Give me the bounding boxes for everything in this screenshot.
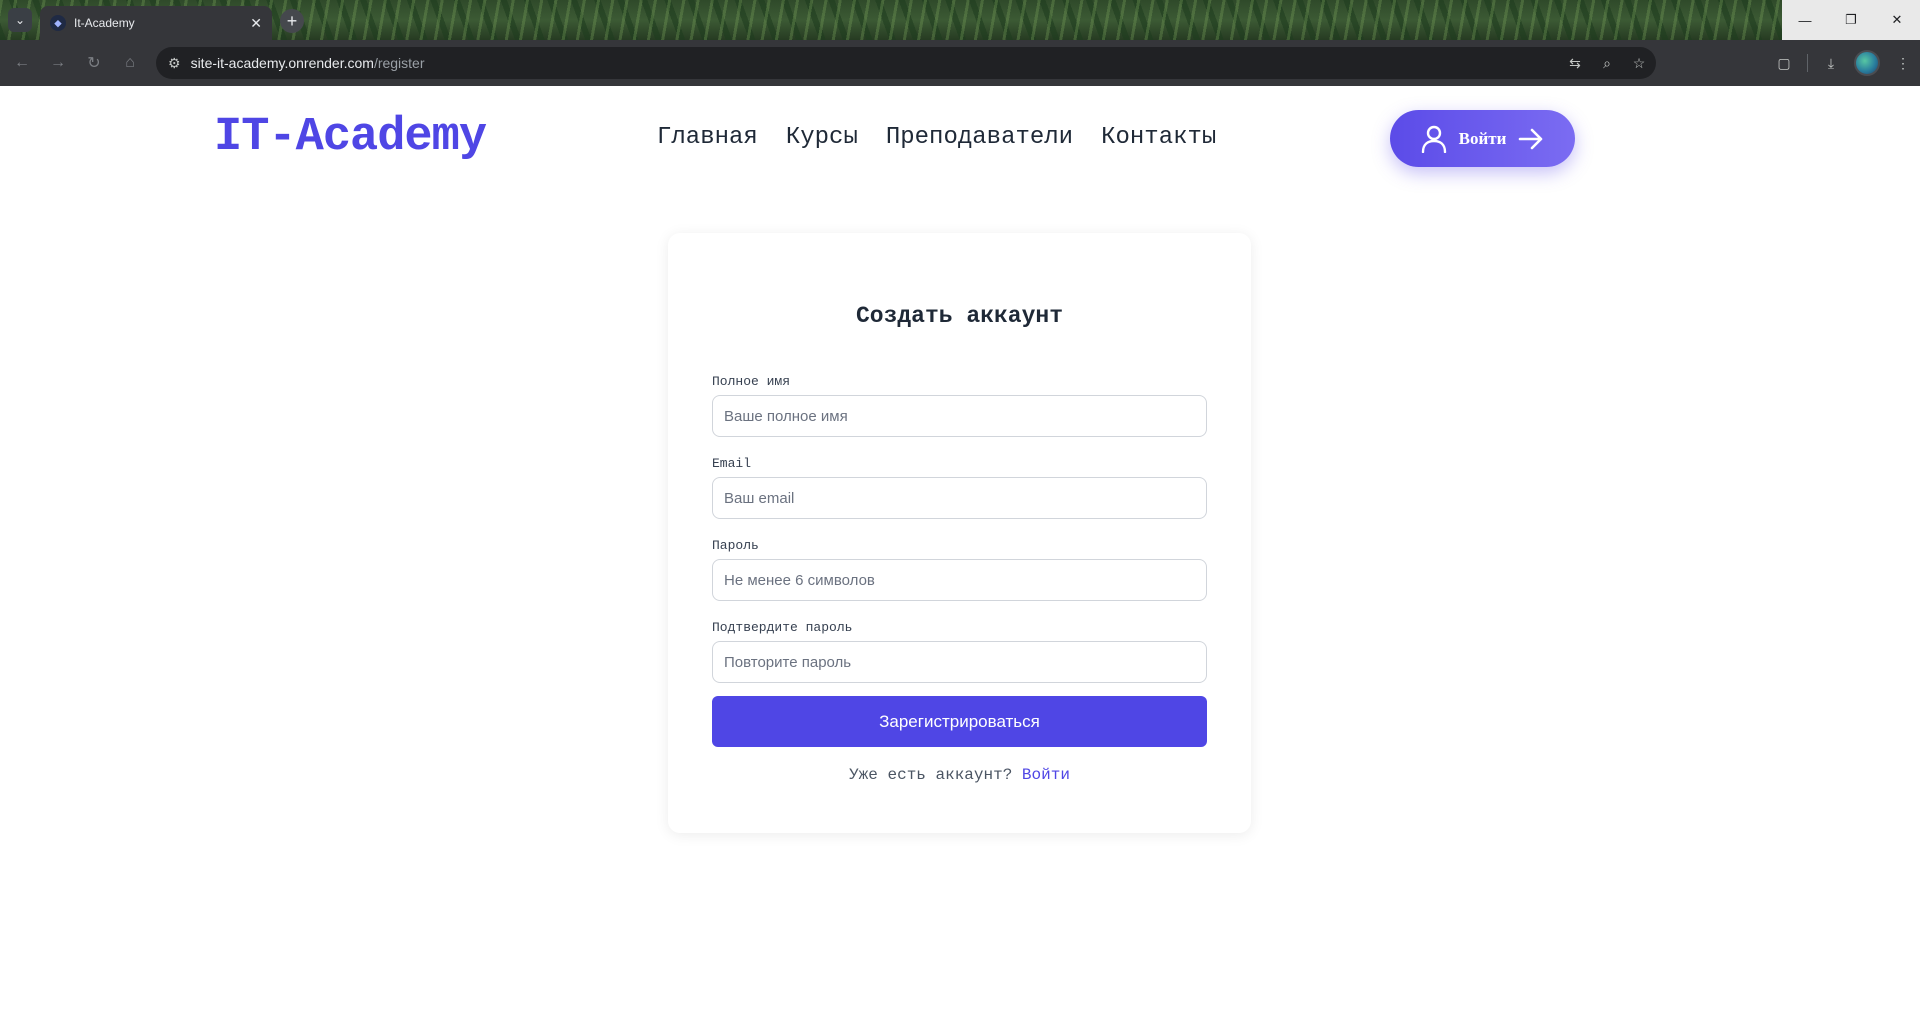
new-tab-button[interactable]: + [280, 9, 304, 33]
nav-link-contacts[interactable]: Контакты [1101, 124, 1216, 151]
browser-tab-active[interactable]: ◆ It-Academy ✕ [40, 6, 272, 40]
plus-icon: + [286, 11, 298, 31]
reload-button[interactable]: ↻ [78, 47, 110, 79]
password-input[interactable] [712, 559, 1207, 601]
full-name-label: Полное имя [712, 374, 791, 389]
restore-icon: ❐ [1845, 12, 1857, 27]
site-header: IT-Academy Главная Курсы Преподаватели К… [0, 86, 1920, 206]
zoom-icon[interactable]: ⌕ [1598, 55, 1616, 72]
close-window-button[interactable]: ✕ [1874, 0, 1920, 40]
favicon-icon: ◆ [50, 15, 66, 31]
translate-icon[interactable]: ⇆ [1566, 55, 1584, 72]
tab-strip: ⌄ ◆ It-Academy ✕ + — ❐ ✕ [0, 0, 1920, 40]
nav-link-home[interactable]: Главная [657, 124, 758, 151]
forward-arrow-icon: → [50, 54, 66, 71]
arrow-right-icon [1519, 128, 1543, 149]
tab-title: It-Academy [74, 16, 135, 30]
minimize-icon: — [1798, 12, 1812, 28]
back-button[interactable]: ← [6, 47, 38, 79]
page-content: IT-Academy Главная Курсы Преподаватели К… [0, 86, 1920, 1032]
reload-icon: ↻ [87, 55, 101, 72]
password-field: Пароль [712, 538, 1207, 601]
browser-chrome: ⌄ ◆ It-Academy ✕ + — ❐ ✕ ← → ↻ ⌂ ⚙ site-… [0, 0, 1920, 86]
user-icon [1421, 125, 1446, 153]
nav-link-courses[interactable]: Курсы [786, 124, 858, 151]
minimize-button[interactable]: — [1782, 0, 1828, 40]
signin-row: Уже есть аккаунт? Войти [668, 766, 1251, 784]
main-nav: Главная Курсы Преподаватели Контакты [657, 124, 1216, 151]
profile-avatar[interactable] [1854, 50, 1880, 76]
close-icon[interactable]: ✕ [250, 15, 262, 32]
url-host: site-it-academy.onrender.com [190, 55, 374, 71]
confirm-password-field: Подтвердите пароль [712, 620, 1207, 683]
register-button[interactable]: Зарегистрироваться [712, 696, 1207, 747]
full-name-input[interactable] [712, 395, 1207, 437]
omnibox-actions: ⇆ ⌕ ☆ [1566, 47, 1648, 79]
close-window-icon: ✕ [1891, 12, 1903, 27]
nav-link-teachers[interactable]: Преподаватели [886, 124, 1073, 151]
back-arrow-icon: ← [14, 54, 30, 71]
kebab-menu-icon[interactable]: ⋮ [1894, 55, 1912, 72]
toolbar-actions: ▢ ⤓ ⋮ [1775, 47, 1912, 79]
register-card: Создать аккаунт Полное имя Email Пароль … [668, 233, 1251, 833]
url-text: site-it-academy.onrender.com/register [191, 55, 425, 71]
confirm-password-input[interactable] [712, 641, 1207, 683]
email-input[interactable] [712, 477, 1207, 519]
puzzle-icon[interactable]: ▢ [1775, 55, 1793, 72]
restore-button[interactable]: ❐ [1828, 0, 1874, 40]
email-field: Email [712, 456, 1207, 519]
forward-button[interactable]: → [42, 47, 74, 79]
login-label: Войти [1458, 128, 1507, 148]
full-name-field: Полное имя [712, 374, 1207, 437]
site-info-icon[interactable]: ⚙ [168, 55, 181, 72]
nav-buttons: ← → ↻ ⌂ [6, 47, 146, 79]
password-label: Пароль [712, 538, 759, 553]
signin-prompt: Уже есть аккаунт? [849, 766, 1022, 784]
home-icon: ⌂ [125, 54, 135, 71]
window-controls: — ❐ ✕ [1782, 0, 1920, 40]
home-button[interactable]: ⌂ [114, 47, 146, 79]
toolbar-divider [1807, 54, 1808, 72]
page-title: Создать аккаунт [855, 303, 1064, 329]
address-bar[interactable]: ⚙ site-it-academy.onrender.com/register … [156, 47, 1656, 79]
star-icon[interactable]: ☆ [1630, 55, 1648, 72]
url-path: /register [373, 55, 425, 71]
header-login-button[interactable]: Войти [1390, 110, 1575, 167]
confirm-password-label: Подтвердите пароль [712, 620, 853, 635]
browser-toolbar: ← → ↻ ⌂ ⚙ site-it-academy.onrender.com/r… [0, 40, 1920, 86]
site-logo[interactable]: IT-Academy [214, 111, 487, 164]
chevron-down-icon: ⌄ [14, 13, 26, 27]
download-icon[interactable]: ⤓ [1822, 55, 1840, 72]
signin-link[interactable]: Войти [1022, 766, 1070, 784]
tab-search-button[interactable]: ⌄ [8, 8, 32, 32]
email-label: Email [712, 456, 752, 471]
